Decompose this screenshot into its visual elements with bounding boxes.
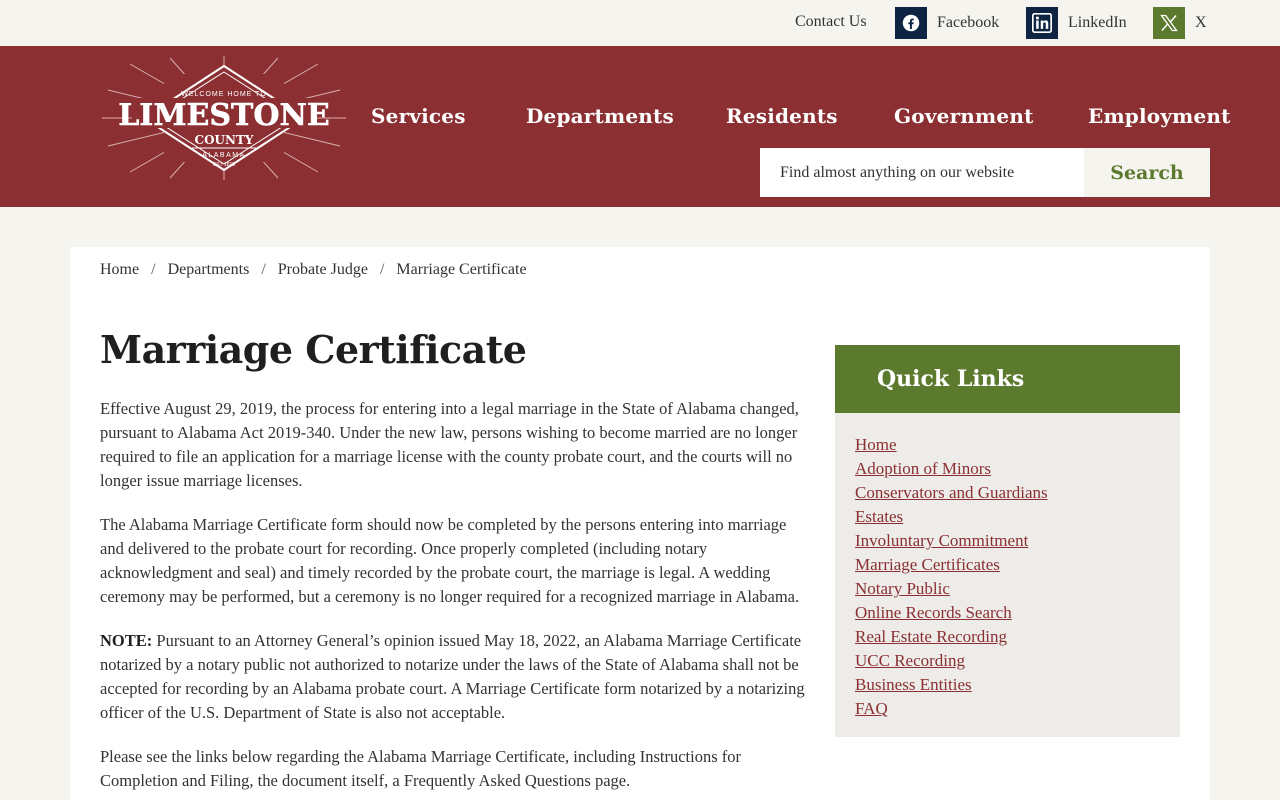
quick-link-business-entities[interactable]: Business Entities bbox=[855, 673, 1160, 697]
utility-bar: Contact Us Facebook LinkedIn X bbox=[0, 0, 1280, 46]
quick-link-real-estate-recording[interactable]: Real Estate Recording bbox=[855, 625, 1160, 649]
quick-links-panel: Quick Links Home Adoption of Minors Cons… bbox=[835, 345, 1180, 737]
quick-link-marriage-certificates[interactable]: Marriage Certificates bbox=[855, 553, 1160, 577]
search-button[interactable]: Search bbox=[1084, 148, 1210, 197]
quick-link-faq[interactable]: FAQ bbox=[855, 697, 1160, 721]
svg-text:WELCOME HOME TO: WELCOME HOME TO bbox=[181, 91, 267, 98]
paragraph-certificate-form: The Alabama Marriage Certificate form sh… bbox=[100, 515, 800, 606]
search-input[interactable] bbox=[760, 148, 1084, 197]
contact-us-link[interactable]: Contact Us bbox=[795, 13, 867, 31]
quick-link-ucc-recording[interactable]: UCC Recording bbox=[855, 649, 1160, 673]
note-text: Pursuant to an Attorney General’s opinio… bbox=[100, 631, 805, 722]
quick-link-conservators-guardians[interactable]: Conservators and Guardians bbox=[855, 481, 1160, 505]
nav-employment[interactable]: Employment bbox=[1088, 104, 1231, 128]
linkedin-icon bbox=[1026, 7, 1058, 39]
breadcrumb-departments[interactable]: Departments bbox=[168, 261, 250, 279]
svg-text:EST 1818: EST 1818 bbox=[213, 162, 235, 168]
breadcrumb-current: Marriage Certificate bbox=[396, 261, 527, 278]
breadcrumb: Home / Departments / Probate Judge / Mar… bbox=[100, 261, 527, 279]
nav-government[interactable]: Government bbox=[894, 104, 1034, 128]
quick-link-notary-public[interactable]: Notary Public bbox=[855, 577, 1160, 601]
breadcrumb-probate-judge[interactable]: Probate Judge bbox=[278, 261, 368, 279]
breadcrumb-separator: / bbox=[379, 261, 385, 278]
linkedin-label: LinkedIn bbox=[1068, 14, 1127, 31]
svg-text:COUNTY: COUNTY bbox=[195, 133, 254, 147]
quick-link-adoption-of-minors[interactable]: Adoption of Minors bbox=[855, 457, 1160, 481]
main-nav: Services Departments Residents Governmen… bbox=[0, 104, 1280, 134]
linkedin-link[interactable]: LinkedIn bbox=[1026, 7, 1127, 39]
facebook-label: Facebook bbox=[937, 14, 1000, 31]
quick-link-online-records-search[interactable]: Online Records Search bbox=[855, 601, 1160, 625]
quick-link-home[interactable]: Home bbox=[855, 433, 1160, 457]
quick-links-title: Quick Links bbox=[835, 345, 1180, 413]
x-icon bbox=[1153, 7, 1185, 39]
x-label: X bbox=[1195, 14, 1207, 31]
breadcrumb-separator: / bbox=[261, 261, 266, 278]
svg-text:ALABAMA: ALABAMA bbox=[202, 152, 246, 159]
nav-services[interactable]: Services bbox=[371, 104, 466, 128]
paragraph-links-intro: Please see the links below regarding the… bbox=[100, 747, 742, 790]
note-label: NOTE: bbox=[100, 631, 153, 650]
quick-link-estates[interactable]: Estates bbox=[855, 505, 1160, 529]
nav-residents[interactable]: Residents bbox=[726, 104, 838, 128]
page-title: Marriage Certificate bbox=[100, 327, 527, 372]
site-header: WELCOME HOME TO LIMESTONE COUNTY ALABAMA… bbox=[0, 46, 1280, 207]
paragraph-effective-date: Effective August 29, 2019, the process f… bbox=[100, 399, 799, 490]
quick-link-involuntary-commitment[interactable]: Involuntary Commitment bbox=[855, 529, 1160, 553]
breadcrumb-home[interactable]: Home bbox=[100, 261, 139, 279]
article-body: Effective August 29, 2019, the process f… bbox=[100, 397, 810, 800]
facebook-link[interactable]: Facebook bbox=[895, 7, 999, 39]
quick-links-list: Home Adoption of Minors Conservators and… bbox=[835, 413, 1180, 737]
content-card: Home / Departments / Probate Judge / Mar… bbox=[70, 247, 1210, 800]
breadcrumb-separator: / bbox=[151, 261, 156, 278]
paragraph-note: NOTE: Pursuant to an Attorney General’s … bbox=[100, 629, 810, 725]
x-link[interactable]: X bbox=[1153, 7, 1207, 39]
facebook-icon bbox=[895, 7, 927, 39]
nav-departments[interactable]: Departments bbox=[526, 104, 674, 128]
